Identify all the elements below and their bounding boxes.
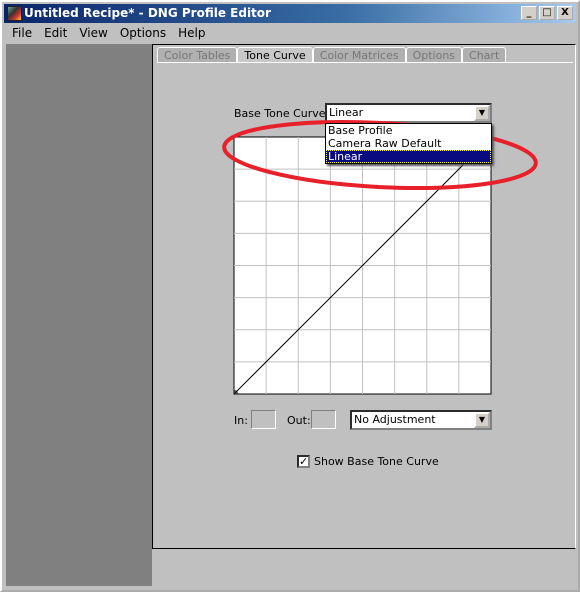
in-label: In:: [234, 414, 248, 427]
option-base-profile[interactable]: Base Profile: [326, 124, 491, 137]
show-base-tone-curve-checkbox[interactable]: ✓: [297, 455, 310, 468]
tone-curve-graph[interactable]: [0, 0, 580, 592]
out-field[interactable]: [311, 410, 336, 429]
chevron-down-icon[interactable]: ▼: [474, 412, 490, 428]
out-label: Out:: [287, 414, 311, 427]
base-tone-curve-dropdown: Base Profile Camera Raw Default Linear: [325, 123, 492, 164]
adjustment-value: No Adjustment: [354, 413, 436, 426]
option-linear[interactable]: Linear: [326, 150, 491, 163]
show-base-tone-curve-label: Show Base Tone Curve: [314, 455, 439, 468]
option-camera-raw-default[interactable]: Camera Raw Default: [326, 137, 491, 150]
in-field[interactable]: [251, 410, 276, 429]
adjustment-select[interactable]: No Adjustment ▼: [350, 410, 492, 430]
